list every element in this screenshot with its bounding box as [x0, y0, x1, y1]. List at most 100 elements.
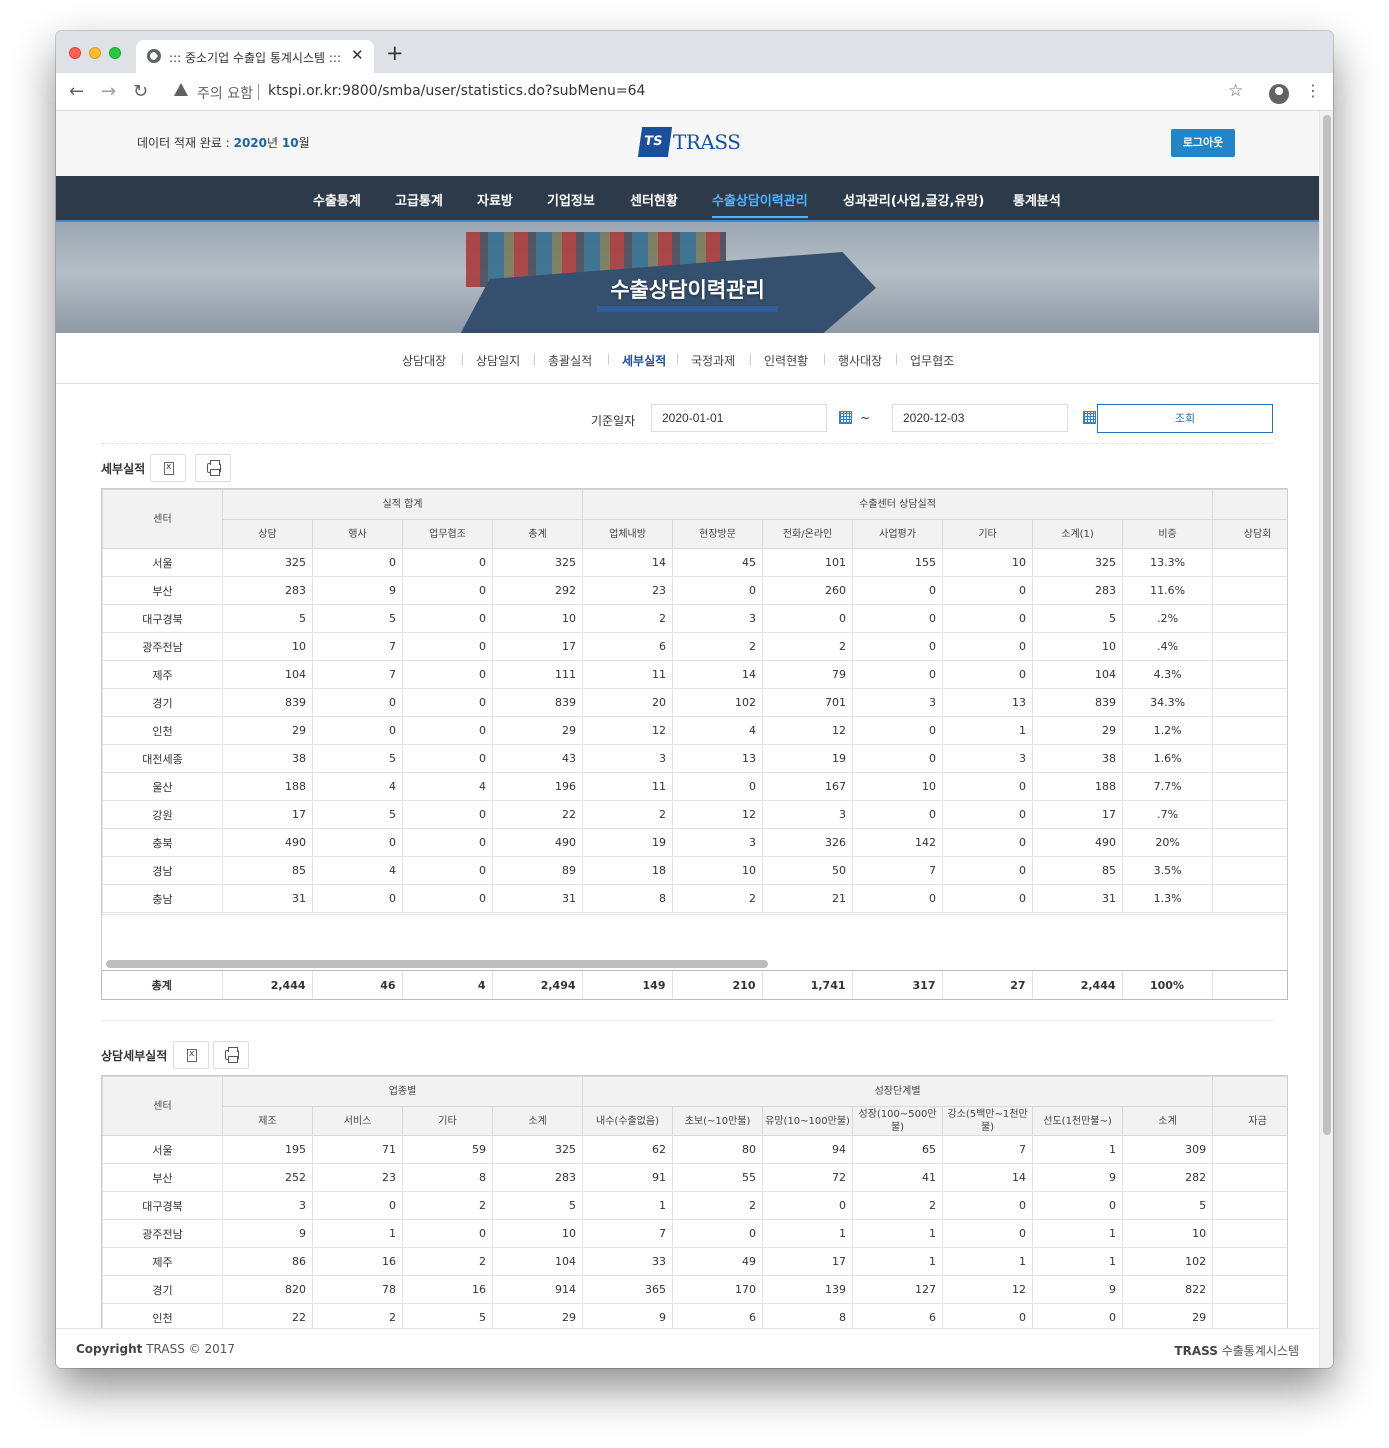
totals-value: 46 — [312, 971, 403, 999]
column-header[interactable]: 현장방문 — [672, 519, 764, 549]
value-cell: 10 — [852, 772, 944, 801]
value-cell: 10 — [1122, 1219, 1214, 1248]
column-header[interactable]: 비중 — [1122, 519, 1214, 549]
column-header[interactable]: 상담 — [222, 519, 313, 549]
bookmark-star-icon[interactable]: ☆ — [1228, 81, 1243, 101]
address-bar[interactable]: 주의 요함 ktspi.or.kr:9800/smba/user/statist… — [164, 79, 1254, 105]
column-header[interactable]: 총계 — [491, 519, 584, 549]
logout-button[interactable]: 로그아웃 — [1171, 129, 1235, 157]
subnav-item[interactable]: 세부실적 — [622, 352, 666, 369]
value-cell: 142 — [852, 828, 944, 857]
nav-item[interactable]: 센터현황 — [630, 190, 678, 209]
nav-item[interactable]: 수출상담이력관리 — [712, 190, 808, 218]
column-header[interactable]: 상담회 — [1212, 519, 1287, 549]
column-header[interactable]: 전화/온라인 — [762, 519, 854, 549]
column-header[interactable]: 업체내방 — [582, 519, 674, 549]
value-cell: 38 — [222, 744, 313, 773]
column-header[interactable]: 제조 — [222, 1106, 313, 1136]
subnav-item[interactable]: 국정과제 — [691, 352, 735, 369]
subnav-item[interactable]: 업무협조 — [910, 352, 954, 369]
column-header[interactable]: 자금 — [1212, 1106, 1287, 1136]
column-header[interactable]: 소계 — [1122, 1106, 1214, 1136]
new-tab-icon[interactable]: + — [386, 41, 404, 65]
column-header[interactable]: 사업평가 — [852, 519, 944, 549]
nav-item[interactable]: 기업정보 — [547, 190, 595, 209]
value-cell: 45 — [672, 548, 764, 577]
page-scroll-thumb[interactable] — [1323, 115, 1331, 1135]
column-header[interactable]: 서비스 — [312, 1106, 403, 1136]
column-header[interactable]: 내수(수출없음) — [582, 1106, 674, 1136]
value-cell — [1212, 1219, 1287, 1248]
column-header[interactable]: 기타 — [942, 519, 1034, 549]
print-button[interactable] — [195, 454, 231, 482]
value-cell: 0 — [402, 744, 493, 773]
search-button[interactable]: 조회 — [1097, 404, 1273, 433]
subnav-item[interactable]: 상담대장 — [402, 352, 446, 369]
nav-item[interactable]: 고급통계 — [395, 190, 443, 209]
column-header[interactable]: 초보(~10만불) — [672, 1106, 764, 1136]
browser-window: ::: 중소기업 수출입 통계시스템 ::: ✕ + ← → ↻ 주의 요함 k… — [56, 31, 1333, 1368]
column-header[interactable]: 업무협조 — [402, 519, 493, 549]
value-cell: 490 — [491, 828, 584, 857]
excel-download-button[interactable] — [173, 1041, 209, 1069]
totals-value: 2,444 — [1032, 971, 1123, 999]
center-name-cell: 부산 — [102, 1163, 223, 1192]
subnav-item[interactable]: 총괄실적 — [548, 352, 592, 369]
excel-download-button[interactable] — [150, 454, 186, 482]
back-icon[interactable]: ← — [69, 81, 84, 102]
value-cell: 3.5% — [1122, 856, 1214, 885]
value-cell: 0 — [942, 828, 1034, 857]
column-header[interactable]: 강소(5백만~1천만불) — [942, 1106, 1034, 1136]
column-header[interactable]: 소계(1) — [1032, 519, 1124, 549]
nav-item[interactable]: 수출통계 — [313, 190, 361, 209]
nav-item[interactable]: 자료방 — [477, 190, 513, 209]
minimize-window-button[interactable] — [89, 47, 101, 59]
tab-strip: ::: 중소기업 수출입 통계시스템 ::: ✕ + — [56, 31, 1333, 73]
value-cell: 3 — [672, 604, 764, 633]
browser-tab[interactable]: ::: 중소기업 수출입 통계시스템 ::: ✕ — [136, 40, 374, 73]
start-date-input[interactable] — [651, 404, 827, 432]
value-cell: 167 — [762, 772, 854, 801]
value-cell: 325 — [222, 548, 313, 577]
end-calendar-icon[interactable] — [1083, 411, 1096, 424]
nav-item[interactable]: 성과관리(사업,글강,유망) — [843, 190, 984, 209]
print-icon — [225, 1047, 239, 1063]
end-date-input[interactable] — [892, 404, 1068, 432]
forward-icon[interactable]: → — [101, 81, 116, 102]
value-cell: 1 — [1032, 1135, 1124, 1164]
column-header[interactable]: 기타 — [402, 1106, 493, 1136]
reload-icon[interactable]: ↻ — [133, 81, 148, 102]
center-name-cell: 경기 — [102, 688, 223, 717]
menu-dots-icon[interactable]: ⋮ — [1305, 81, 1321, 100]
subnav-item[interactable]: 행사대장 — [838, 352, 882, 369]
close-window-button[interactable] — [69, 47, 81, 59]
value-cell: 1 — [312, 1219, 403, 1248]
table-row: 경기 839 0 0 839 20 102 701 3 13 839 34.3% — [102, 688, 1287, 717]
value-cell: 0 — [942, 1219, 1034, 1248]
start-calendar-icon[interactable] — [839, 411, 852, 424]
detail-section-title: 세부실적 — [101, 462, 146, 476]
subnav-item[interactable]: 상담일지 — [476, 352, 520, 369]
copyright: Copyright TRASS © 2017 — [76, 1342, 235, 1356]
value-cell: 89 — [491, 856, 584, 885]
column-header[interactable]: 유망(10~100만불) — [762, 1106, 854, 1136]
page-scrollbar[interactable] — [1319, 111, 1333, 1368]
tab-close-icon[interactable]: ✕ — [351, 46, 364, 64]
maximize-window-button[interactable] — [109, 47, 121, 59]
profile-icon[interactable] — [1269, 84, 1289, 104]
column-header[interactable]: 성장(100~500만불) — [852, 1106, 944, 1136]
column-header[interactable]: 선도(1천만불~) — [1032, 1106, 1124, 1136]
value-cell — [1212, 1191, 1287, 1220]
security-warning[interactable]: 주의 요함 — [197, 83, 253, 103]
column-header[interactable]: 소계 — [491, 1106, 584, 1136]
table-row: 경기82078169143651701391271298227 — [102, 1275, 1287, 1304]
totals-value: 210 — [672, 971, 763, 999]
subnav-item[interactable]: 인력현황 — [764, 352, 808, 369]
value-cell: 0 — [312, 548, 403, 577]
nav-item[interactable]: 통계분석 — [1013, 190, 1061, 209]
horizontal-scrollbar[interactable] — [106, 960, 768, 968]
column-header[interactable]: 행사 — [312, 519, 403, 549]
trass-logo[interactable]: TS TRASS — [637, 125, 741, 161]
url-text[interactable]: ktspi.or.kr:9800/smba/user/statistics.do… — [268, 83, 645, 99]
print-button[interactable] — [213, 1041, 249, 1069]
